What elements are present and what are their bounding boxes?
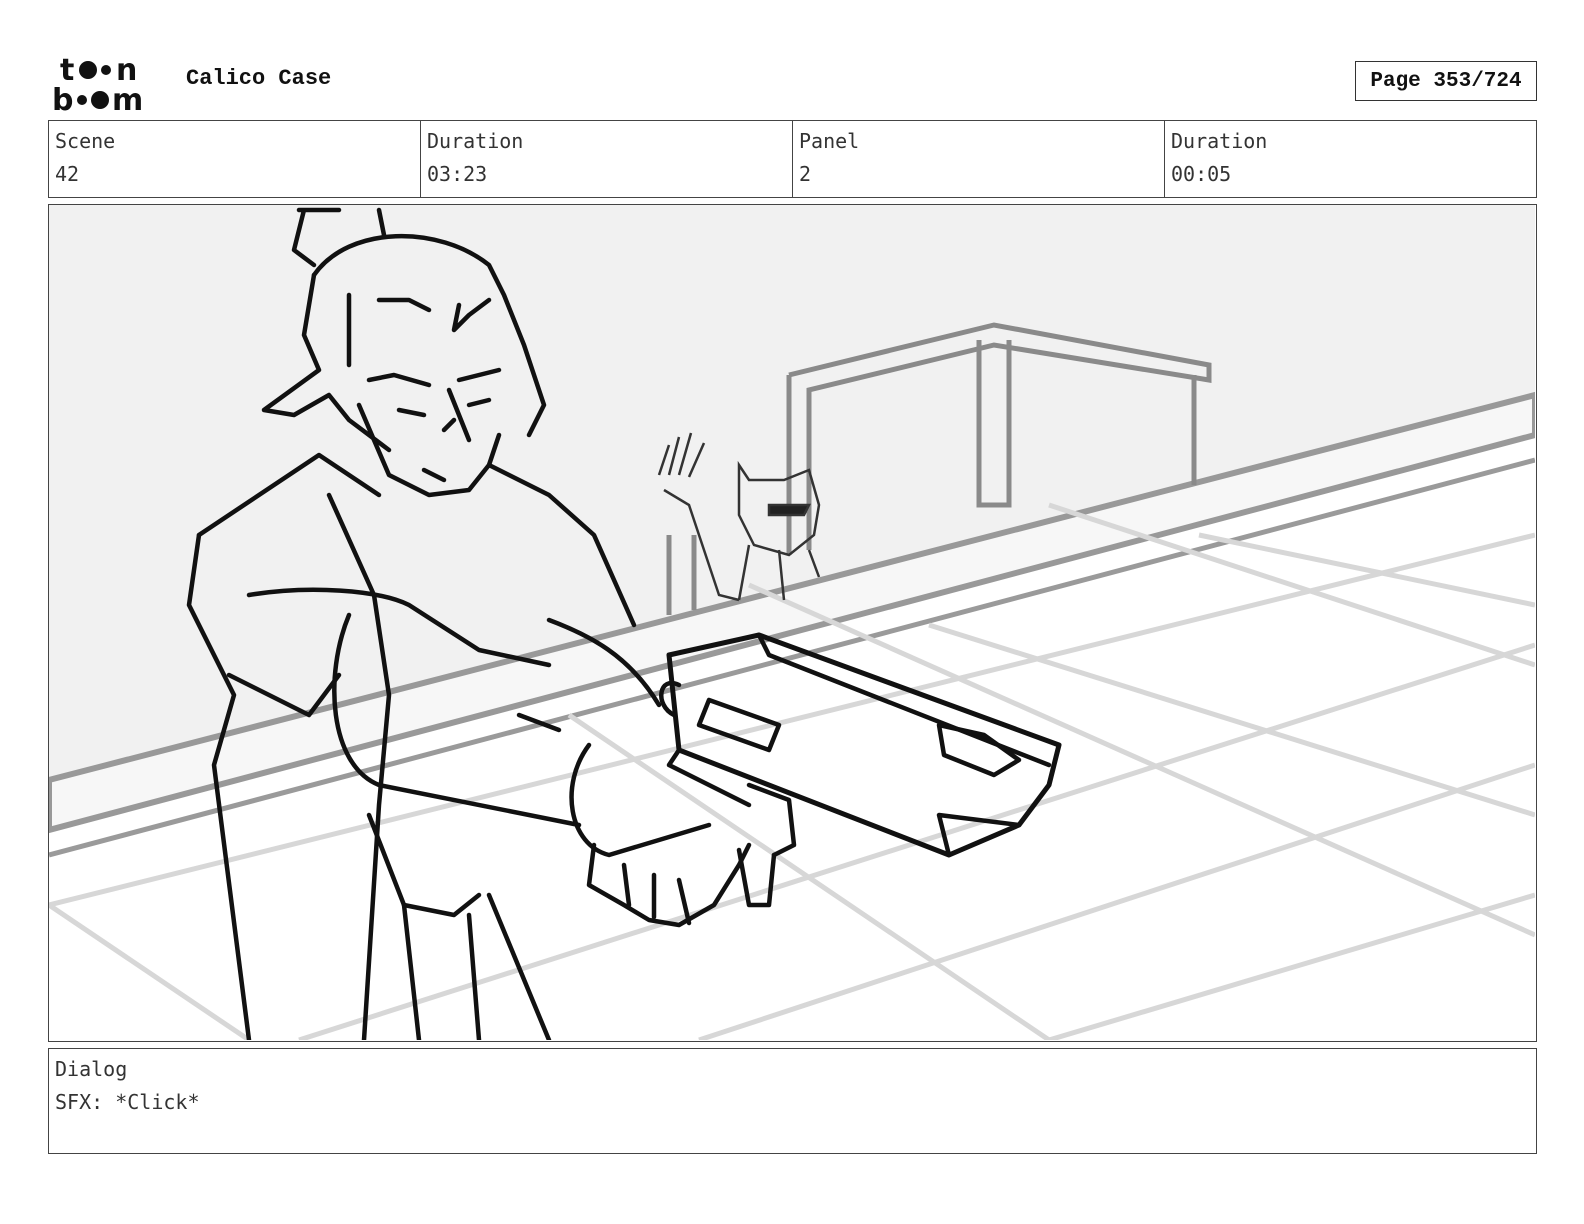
- panel-cell: Panel 2: [793, 121, 1165, 197]
- scene-duration-value: 03:23: [427, 162, 488, 186]
- scene-duration-label: Duration: [427, 129, 524, 153]
- panel-duration-label: Duration: [1171, 129, 1268, 153]
- page-label: Page 353/724: [1370, 69, 1522, 93]
- storyboard-panel: [48, 204, 1537, 1042]
- dialog-box: Dialog SFX: *Click*: [48, 1048, 1537, 1154]
- scene-cell: Scene 42: [49, 121, 421, 197]
- scene-duration-cell: Duration 03:23: [421, 121, 793, 197]
- page-indicator: Page 353/724: [1355, 61, 1537, 101]
- svg-text:b: b: [52, 83, 73, 114]
- panel-duration-value: 00:05: [1171, 162, 1232, 186]
- scene-label: Scene: [55, 129, 116, 153]
- panel-drawing: [49, 205, 1535, 1040]
- scene-value: 42: [55, 162, 80, 186]
- panel-label: Panel: [799, 129, 860, 153]
- project-title: Calico Case: [186, 66, 332, 91]
- info-table: Scene 42 Duration 03:23 Panel 2 Duration…: [48, 120, 1537, 198]
- dialog-label: Dialog: [55, 1057, 128, 1081]
- panel-duration-cell: Duration 00:05: [1165, 121, 1536, 197]
- panel-value: 2: [799, 162, 812, 186]
- dialog-text: SFX: *Click*: [55, 1090, 200, 1114]
- toon-boom-logo: t n b m: [52, 53, 143, 114]
- svg-text:m: m: [112, 83, 143, 114]
